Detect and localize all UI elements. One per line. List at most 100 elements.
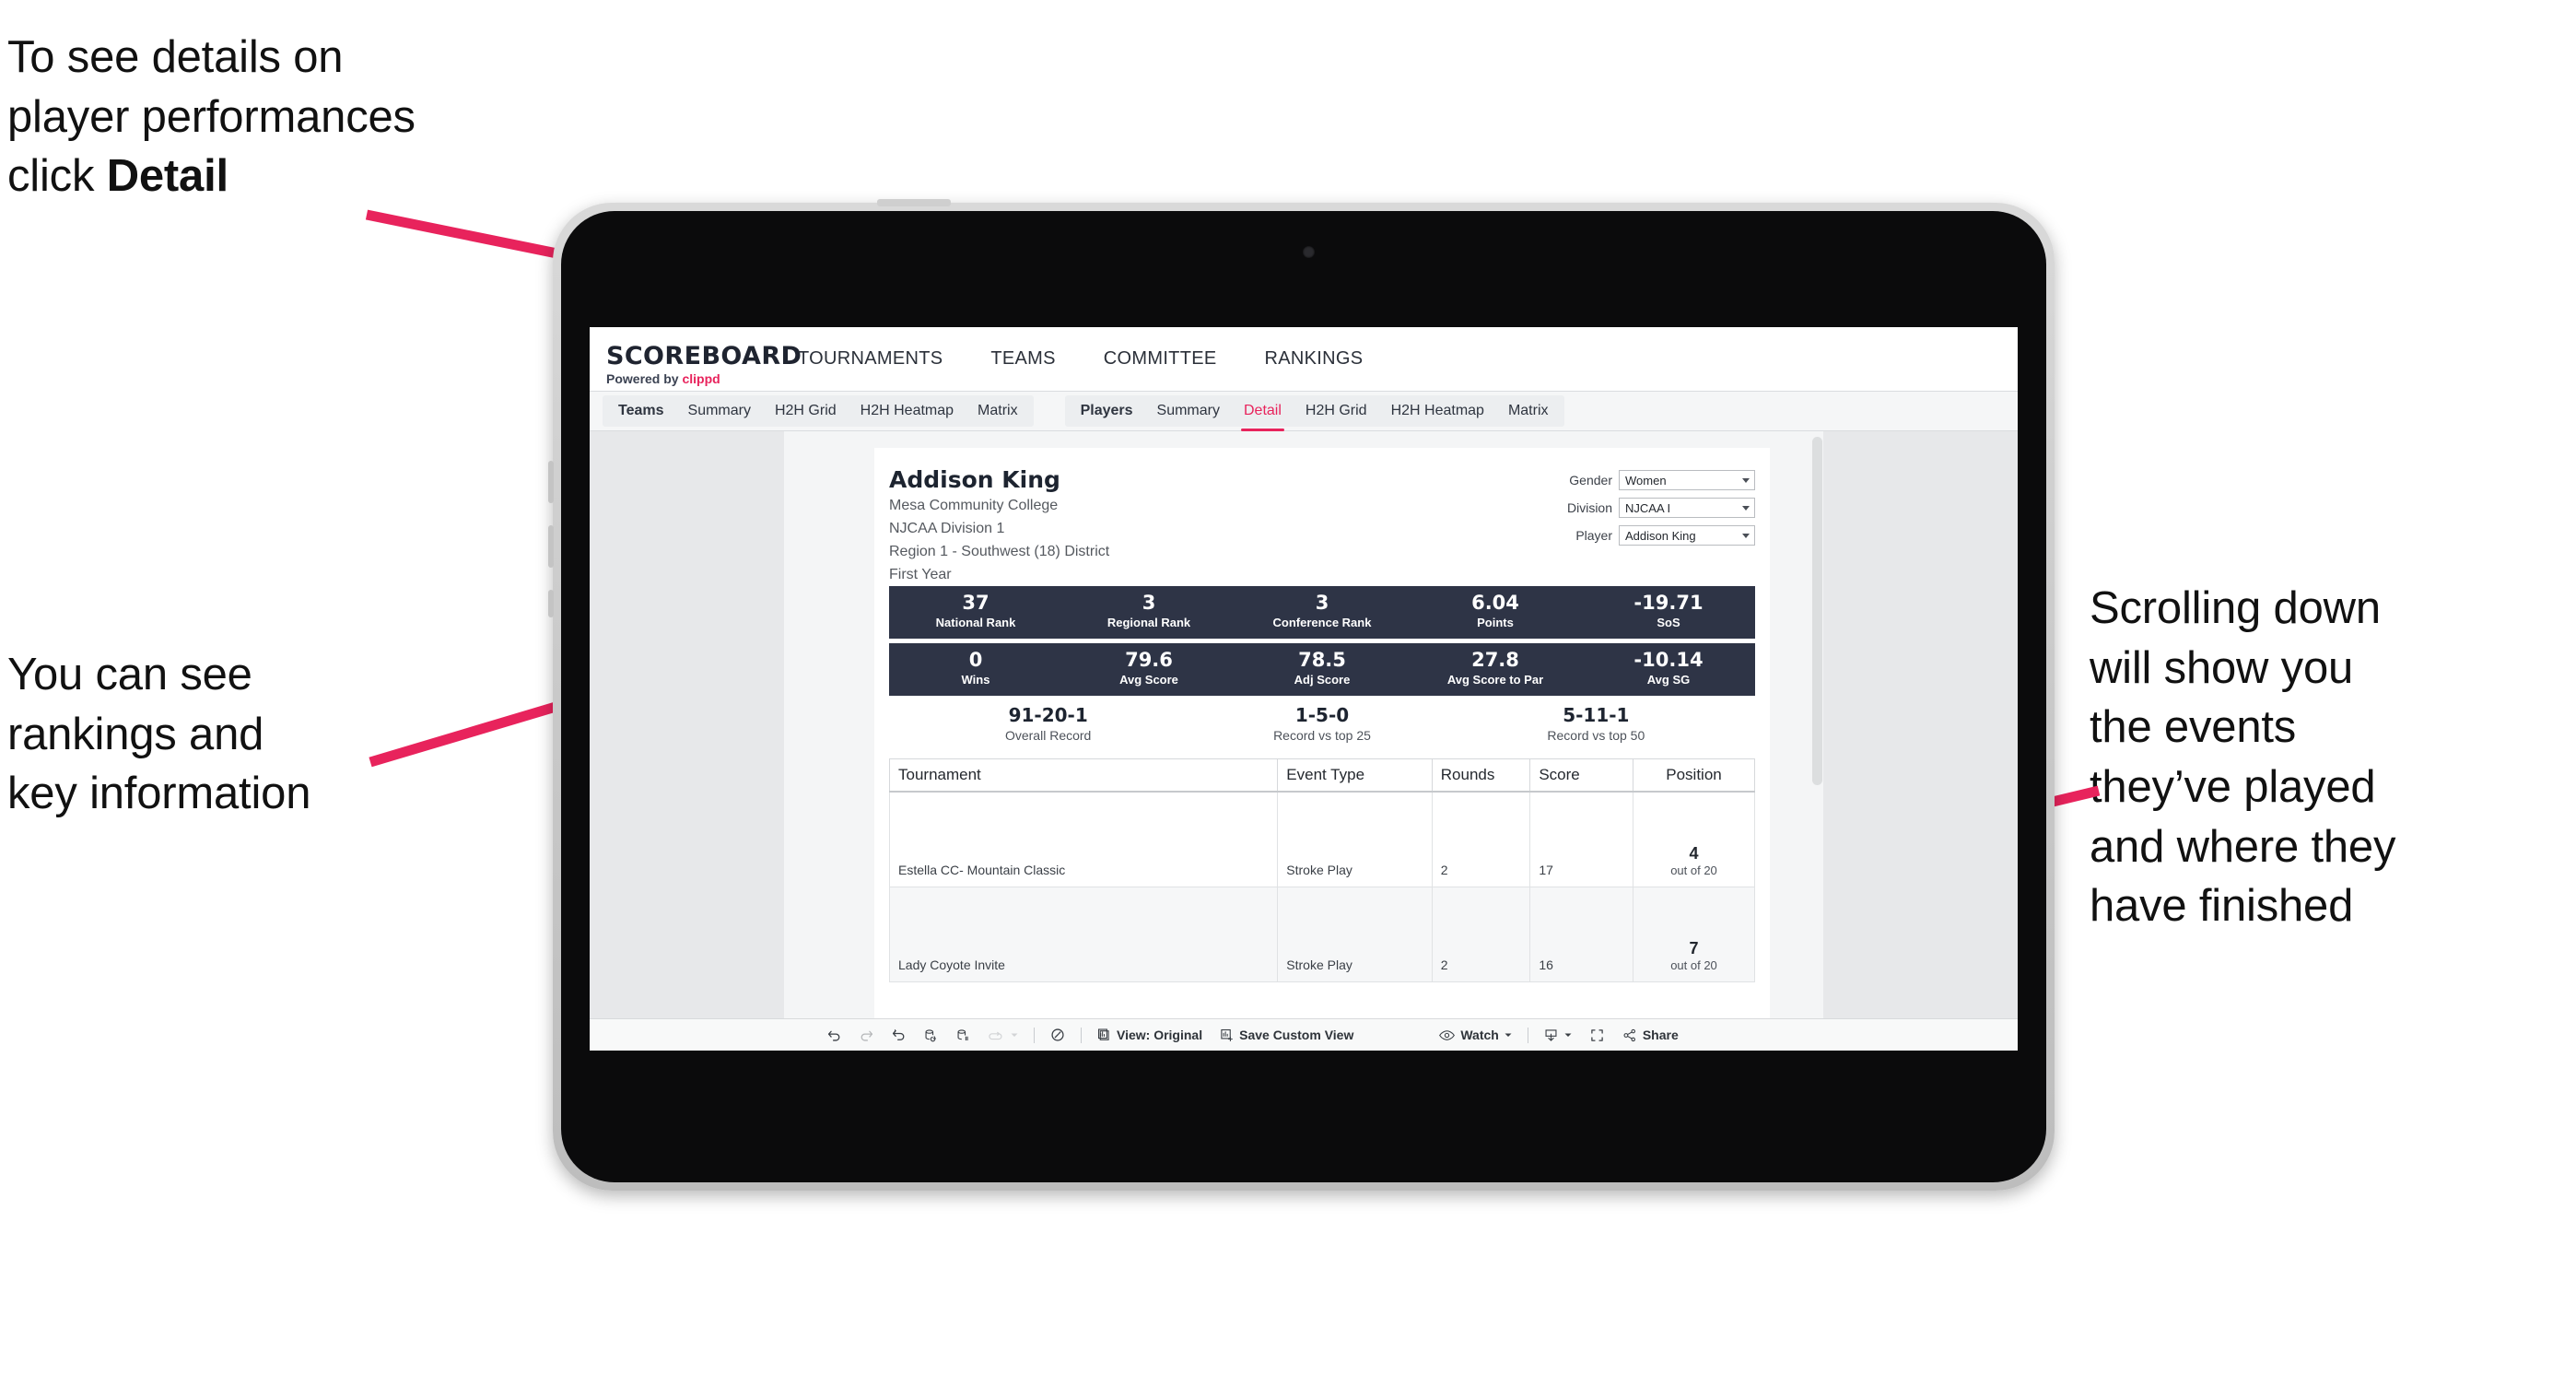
filter-player: Player Addison King bbox=[1551, 525, 1755, 546]
cell-score: 16 bbox=[1529, 886, 1633, 982]
stat-regional-rank: 3 Regional Rank bbox=[1062, 593, 1235, 630]
filter-gender-select[interactable]: Women bbox=[1619, 470, 1755, 490]
top-navigation: TOURNAMENTS TEAMS COMMITTEE RANKINGS bbox=[774, 327, 1387, 391]
filter-panel: Gender Women Division NJCAA I Player Add… bbox=[1551, 466, 1755, 586]
col-tournament[interactable]: Tournament bbox=[888, 758, 1279, 793]
stat-label: Adj Score bbox=[1294, 672, 1351, 687]
filter-player-label: Player bbox=[1575, 528, 1612, 543]
table-row[interactable]: Estella CC- Mountain Classic Stroke Play… bbox=[888, 791, 1755, 887]
loop-icon bbox=[988, 1028, 1005, 1043]
annotation-top-left-bold: Detail bbox=[106, 151, 228, 202]
tab-players-matrix[interactable]: Matrix bbox=[1496, 395, 1561, 427]
toolbar-divider bbox=[1081, 1027, 1082, 1043]
player-info: Addison King Mesa Community College NJCA… bbox=[889, 466, 1551, 586]
nav-item-rankings[interactable]: RANKINGS bbox=[1241, 327, 1388, 391]
events-table: Tournament Event Type Rounds Score Posit… bbox=[888, 758, 1755, 982]
nav-item-teams[interactable]: TEAMS bbox=[966, 327, 1079, 391]
brand-title: SCOREBOARD bbox=[606, 342, 802, 370]
dashboard-toolbar: View: Original Save Custom View Watch Sh… bbox=[590, 1018, 2018, 1051]
stat-label: SoS bbox=[1657, 615, 1680, 629]
tablet-side-button-1 bbox=[548, 461, 554, 503]
col-score[interactable]: Score bbox=[1529, 758, 1633, 793]
stat-avg-score: 79.6 Avg Score bbox=[1062, 650, 1235, 687]
tab-teams[interactable]: Teams bbox=[606, 395, 676, 427]
chevron-down-icon bbox=[1563, 1030, 1573, 1040]
nav-item-tournaments[interactable]: TOURNAMENTS bbox=[774, 327, 966, 391]
position-value: 4 bbox=[1689, 843, 1699, 863]
brand-subtitle: Powered by clippd bbox=[606, 372, 774, 385]
stat-value: 78.5 bbox=[1298, 649, 1346, 672]
save-custom-view-button[interactable]: Save Custom View bbox=[1211, 1022, 1362, 1048]
annotation-top-left: To see details on player performances cl… bbox=[7, 28, 652, 206]
filter-division: Division NJCAA I bbox=[1551, 498, 1755, 518]
tab-players-h2h-heatmap[interactable]: H2H Heatmap bbox=[1379, 395, 1496, 427]
fullscreen-button[interactable] bbox=[1581, 1022, 1613, 1048]
record-value: 5-11-1 bbox=[1563, 704, 1630, 726]
record-vs-top-25: 1-5-0 Record vs top 25 bbox=[1185, 705, 1458, 744]
player-name: Addison King bbox=[889, 466, 1060, 493]
tab-players[interactable]: Players bbox=[1069, 395, 1145, 427]
undo-icon bbox=[826, 1028, 842, 1043]
tab-teams-summary[interactable]: Summary bbox=[676, 395, 763, 427]
tab-teams-matrix[interactable]: Matrix bbox=[966, 395, 1030, 427]
filter-player-select[interactable]: Addison King bbox=[1619, 525, 1755, 546]
col-position[interactable]: Position bbox=[1633, 758, 1755, 793]
stat-label: Points bbox=[1477, 615, 1514, 629]
brand-logo[interactable]: SCOREBOARD Powered by clippd bbox=[590, 327, 802, 391]
dashboard-scrollbar-track[interactable] bbox=[1811, 431, 1823, 1018]
stat-value: -19.71 bbox=[1633, 592, 1704, 615]
events-table-wrapper: Tournament Event Type Rounds Score Posit… bbox=[888, 758, 1755, 982]
reset-button[interactable] bbox=[1041, 1022, 1074, 1048]
chevron-down-icon bbox=[1742, 478, 1750, 483]
brand-powered-text: Powered by bbox=[606, 371, 683, 386]
revert-icon bbox=[891, 1028, 907, 1043]
fullscreen-icon bbox=[1589, 1028, 1605, 1043]
stat-avg-sg: -10.14 Avg SG bbox=[1582, 650, 1755, 687]
download-button[interactable] bbox=[1535, 1022, 1581, 1048]
col-rounds[interactable]: Rounds bbox=[1431, 758, 1531, 793]
stat-label: Wins bbox=[961, 672, 990, 687]
view-icon bbox=[1096, 1028, 1112, 1043]
tab-players-summary[interactable]: Summary bbox=[1145, 395, 1232, 427]
redo-button[interactable] bbox=[850, 1022, 883, 1048]
dashboard-sheet-inner: Addison King Mesa Community College NJCA… bbox=[784, 431, 1823, 1018]
stat-value: 3 bbox=[1142, 592, 1156, 615]
revert-button[interactable] bbox=[883, 1022, 915, 1048]
tab-players-h2h-grid[interactable]: H2H Grid bbox=[1294, 395, 1379, 427]
position-note: out of 20 bbox=[1670, 863, 1717, 877]
table-header-row: Tournament Event Type Rounds Score Posit… bbox=[888, 758, 1755, 793]
watch-button[interactable]: Watch bbox=[1430, 1022, 1520, 1048]
refresh-button[interactable] bbox=[915, 1022, 947, 1048]
download-icon bbox=[1543, 1028, 1559, 1043]
view-original-button[interactable]: View: Original bbox=[1088, 1022, 1211, 1048]
pause-button[interactable] bbox=[947, 1022, 979, 1048]
players-tab-group: Players Summary Detail H2H Grid H2H Heat… bbox=[1064, 395, 1564, 431]
share-button[interactable]: Share bbox=[1613, 1022, 1687, 1048]
tab-players-detail[interactable]: Detail bbox=[1232, 395, 1294, 431]
filter-gender-value: Women bbox=[1625, 473, 1667, 487]
tab-teams-h2h-heatmap[interactable]: H2H Heatmap bbox=[849, 395, 966, 427]
table-row[interactable]: Lady Coyote Invite Stroke Play 2 16 7 ou… bbox=[888, 886, 1755, 982]
filter-division-select[interactable]: NJCAA I bbox=[1619, 498, 1755, 518]
tab-teams-h2h-grid[interactable]: H2H Grid bbox=[763, 395, 849, 427]
records-row: 91-20-1 Overall Record 1-5-0 Record vs t… bbox=[889, 696, 1755, 753]
stats-row-scoring: 0 Wins 79.6 Avg Score 78.5 Adj Score 27.… bbox=[889, 642, 1755, 696]
stat-label: Avg Score to Par bbox=[1446, 672, 1544, 687]
player-division: NJCAA Division 1 bbox=[889, 520, 1005, 536]
nav-item-committee[interactable]: COMMITTEE bbox=[1080, 327, 1241, 391]
save-custom-view-label: Save Custom View bbox=[1239, 1028, 1354, 1042]
stat-value: 27.8 bbox=[1471, 649, 1519, 672]
redo-icon bbox=[859, 1028, 874, 1043]
refresh-icon bbox=[923, 1028, 939, 1043]
loop-button[interactable] bbox=[979, 1022, 1027, 1048]
stat-label: National Rank bbox=[935, 615, 1016, 629]
col-event-type[interactable]: Event Type bbox=[1277, 758, 1433, 793]
filter-gender-label: Gender bbox=[1569, 473, 1612, 487]
stat-national-rank: 37 National Rank bbox=[889, 593, 1062, 630]
stat-value: 37 bbox=[962, 592, 989, 615]
undo-button[interactable] bbox=[818, 1022, 850, 1048]
slide-canvas: To see details on player performances cl… bbox=[0, 0, 2576, 1386]
dashboard-scrollbar-thumb[interactable] bbox=[1812, 437, 1822, 785]
tablet-side-button-3 bbox=[548, 590, 554, 617]
annotation-mid-left: You can see rankings and key information bbox=[7, 650, 311, 819]
